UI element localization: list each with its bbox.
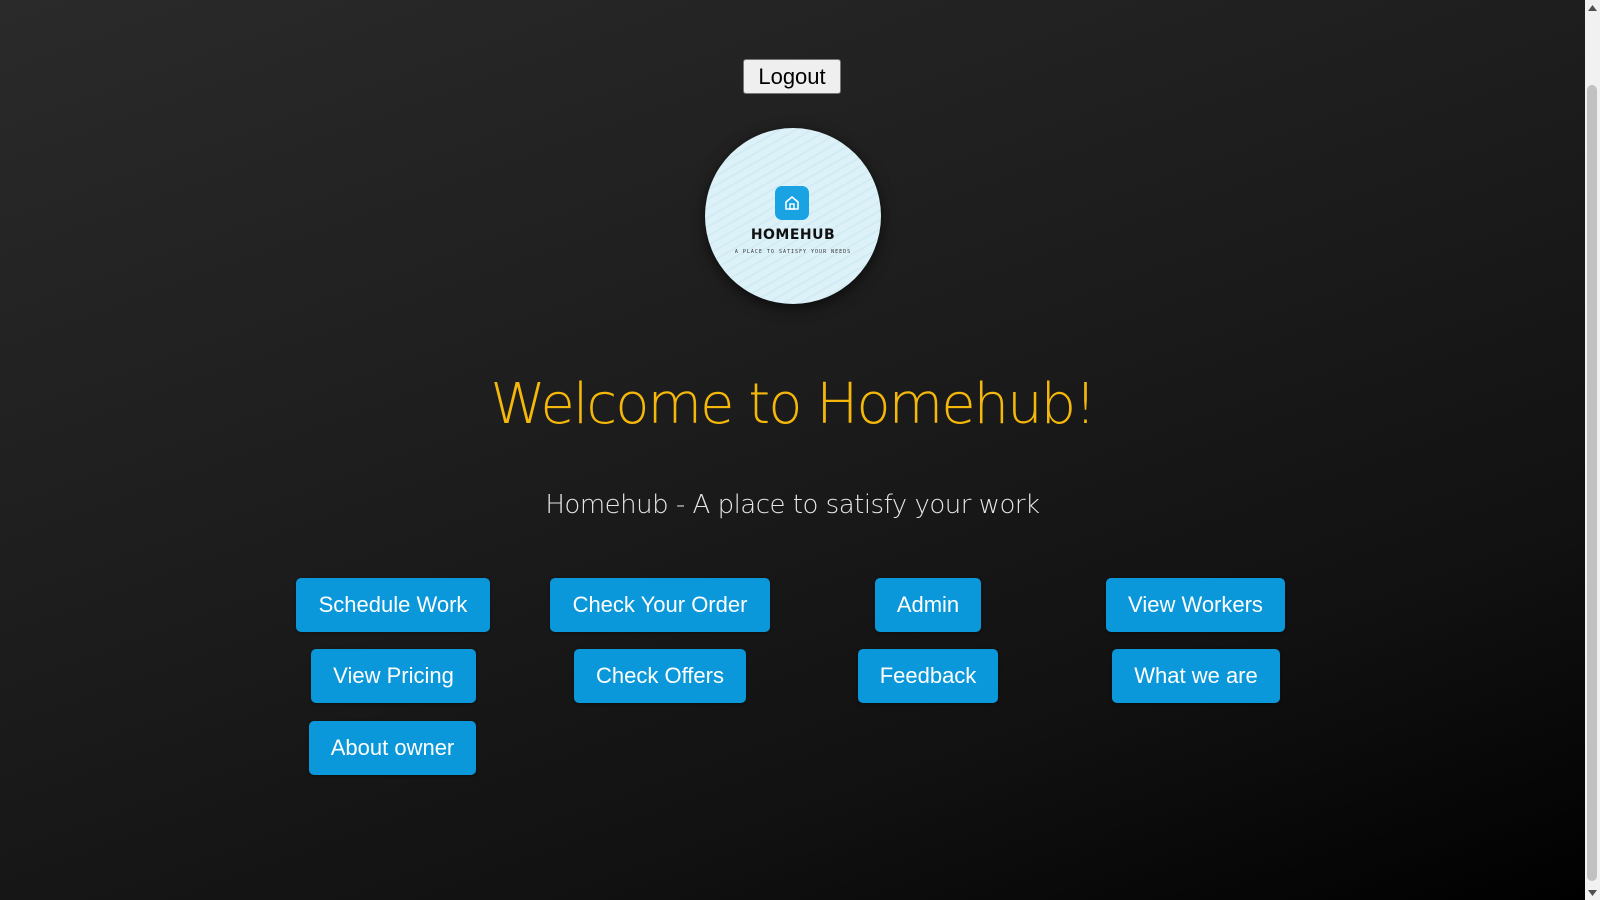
home-icon (775, 186, 809, 220)
page-title: Welcome to Homehub! (490, 372, 1096, 437)
what-we-are-button[interactable]: What we are (1112, 649, 1280, 703)
view-workers-button[interactable]: View Workers (1106, 578, 1285, 632)
scroll-up-icon[interactable] (1585, 0, 1600, 15)
vertical-scrollbar[interactable] (1585, 0, 1600, 900)
scrollbar-thumb[interactable] (1587, 85, 1597, 881)
view-pricing-button[interactable]: View Pricing (311, 649, 476, 703)
logo-tagline: A PLACE TO SATISFY YOUR NEEDS (734, 249, 852, 255)
logout-button[interactable]: Logout (743, 59, 841, 94)
logo-name: HOMEHUB (750, 227, 836, 243)
check-your-order-button[interactable]: Check Your Order (550, 578, 770, 632)
scroll-down-icon[interactable] (1585, 885, 1600, 900)
admin-button[interactable]: Admin (875, 578, 981, 632)
page-subtitle: Homehub - A place to satisfy your work (545, 490, 1040, 520)
check-offers-button[interactable]: Check Offers (574, 649, 746, 703)
schedule-work-button[interactable]: Schedule Work (296, 578, 490, 632)
homehub-logo: HOMEHUB A PLACE TO SATISFY YOUR NEEDS (705, 128, 881, 304)
feedback-button[interactable]: Feedback (858, 649, 998, 703)
home-page: Logout HOMEHUB A PLACE TO SATISFY YOUR N… (0, 0, 1585, 900)
about-owner-button[interactable]: About owner (309, 721, 476, 775)
